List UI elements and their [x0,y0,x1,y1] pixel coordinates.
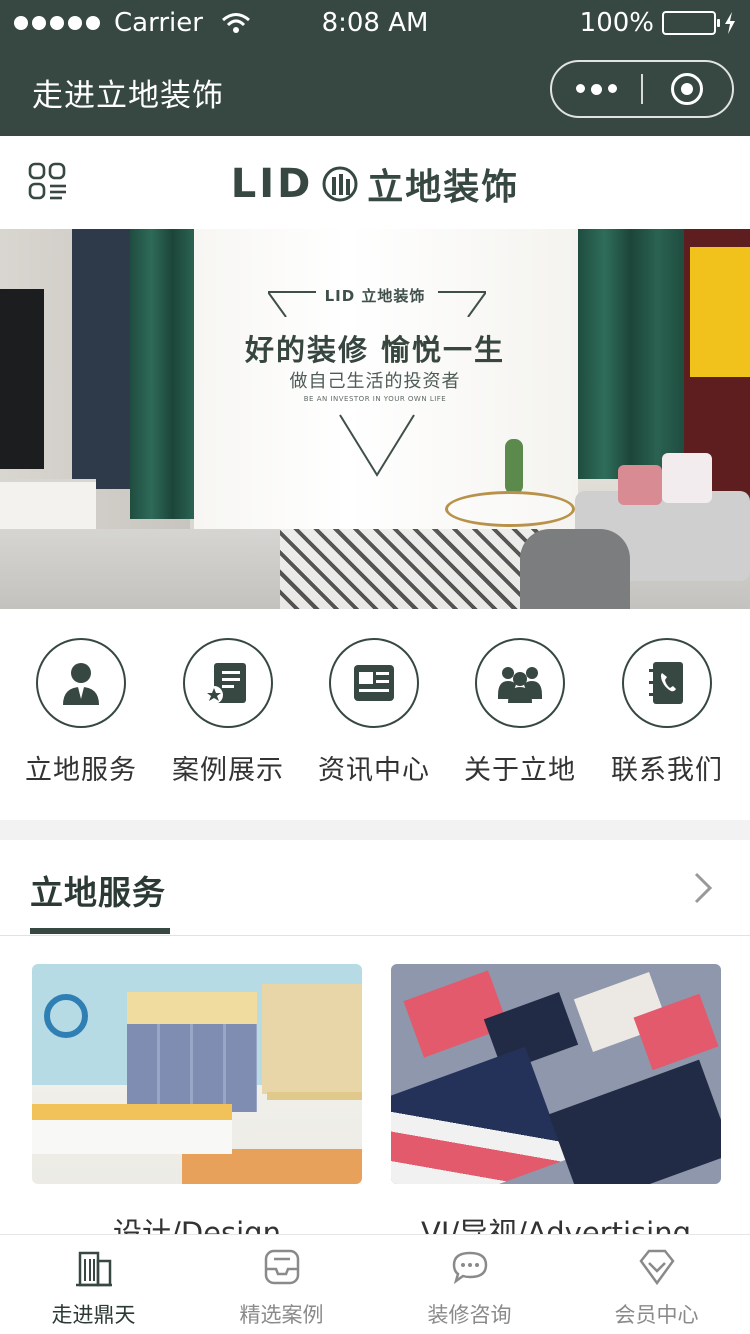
nav-title: 走进立地装饰 [32,78,224,114]
section-divider [0,820,750,840]
logo-cn: 立地装饰 [367,167,520,208]
inbox-icon [264,1249,299,1285]
logo-en: LID [230,161,314,207]
banner-brand: LID 立地装饰 [324,287,426,305]
news-icon [329,638,419,728]
case-book-icon [183,638,273,728]
hero-banner[interactable]: LID 立地装饰 好的装修 愉悦一生 做自己生活的投资者 BE AN INVES… [0,229,750,609]
more-options-button[interactable] [552,83,641,95]
nav-item-news[interactable]: 资讯中心 [301,638,447,787]
battery-icon [662,11,720,35]
horse-painting [690,247,750,377]
nav-label: 关于立地 [464,755,576,786]
team-icon [475,638,565,728]
bedroom-design-photo [32,964,362,1184]
nav-item-cases[interactable]: 案例展示 [155,638,301,787]
section-title: 立地服务 [30,873,166,912]
status-bar: Carrier 8:08 AM 100% [0,0,750,48]
building-icon [75,1251,112,1287]
tab-label: 走进鼎天 [51,1303,136,1327]
charging-bolt-icon [725,12,735,34]
tab-cases[interactable]: 精选案例 [188,1247,375,1329]
bottom-tab-bar: 走进鼎天 精选案例 装修咨询 会员中心 [0,1234,750,1334]
nav-label: 案例展示 [172,755,284,786]
tab-label: 精选案例 [239,1303,324,1327]
nav-label: 立地服务 [25,755,137,786]
battery-percent: 100% [579,8,654,38]
mini-program-capsule [550,60,734,118]
close-mini-program-button[interactable] [643,73,732,105]
service-card-vi[interactable]: VI/导视/Advertising [391,964,721,1234]
banner-triangle [339,414,415,477]
top-bar: Carrier 8:08 AM 100% 走进立地装饰 [0,0,750,136]
tab-label: 会员中心 [614,1303,699,1327]
nav-item-about[interactable]: 关于立地 [447,638,593,787]
service-cards: 设计/Design VI/导视/Advertising [0,936,750,1234]
tv-image [0,289,44,469]
vi-branding-photo [391,964,721,1184]
nav-label: 联系我们 [611,755,723,786]
battery-info: 100% [580,8,736,38]
tab-label: 装修咨询 [427,1303,512,1327]
service-section-header[interactable]: 立地服务 [0,840,750,936]
tab-consult[interactable]: 装修咨询 [376,1247,563,1329]
service-person-icon [36,638,126,728]
tab-home[interactable]: 走进鼎天 [0,1247,187,1329]
page-header: LID 立地装饰 [0,136,750,228]
chevron-right-icon[interactable] [692,870,716,906]
logo-mark-icon [322,166,358,202]
tab-member[interactable]: 会员中心 [563,1247,750,1329]
banner-subtitle: 做自己生活的投资者 [289,371,461,392]
banner-slogan: 好的装修 愉悦一生 [244,333,506,367]
diamond-icon [638,1249,675,1286]
card-title: 设计/Design [113,1216,281,1234]
chat-icon [452,1251,487,1285]
target-circle-icon [671,73,704,105]
section-title-underline [30,928,170,934]
nav-label: 资讯中心 [318,755,430,786]
card-title: VI/导视/Advertising [421,1216,691,1234]
nav-item-contact[interactable]: 联系我们 [594,638,740,787]
banner-english: BE AN INVESTOR IN YOUR OWN LIFE [303,395,447,403]
nav-item-service[interactable]: 立地服务 [8,638,154,787]
icon-navigation: 立地服务 案例展示 资讯中心 关于立地 联系我们 [0,610,750,820]
service-card-design[interactable]: 设计/Design [32,964,362,1234]
phone-book-icon [622,638,712,728]
brand-logo: LID 立地装饰 [0,158,750,210]
